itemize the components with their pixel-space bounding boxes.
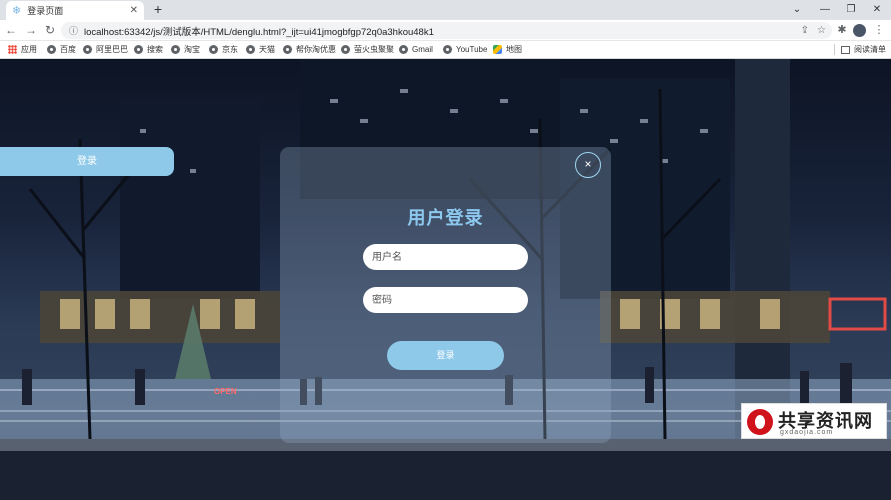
- maps-icon: [493, 45, 502, 54]
- bookmark-youtube[interactable]: YouTube: [443, 41, 487, 58]
- close-tab-icon[interactable]: ✕: [130, 5, 138, 16]
- watermark-text-en: gxdaojia.com: [780, 429, 834, 436]
- page-title: 用户登录: [407, 208, 484, 228]
- address-bar[interactable]: ⓘ localhost:63342/js/测试版本/HTML/denglu.ht…: [61, 22, 832, 39]
- side-login-button[interactable]: 登录: [0, 147, 174, 176]
- login-button[interactable]: 登录: [387, 341, 504, 370]
- bookmark-alibaba[interactable]: 阿里巴巴: [83, 41, 128, 58]
- forward-button[interactable]: →: [22, 20, 40, 41]
- info-icon[interactable]: ⓘ: [69, 24, 78, 37]
- bookmark-star-icon[interactable]: ☆: [817, 25, 826, 36]
- globe-icon: [283, 45, 292, 54]
- page-viewport: OPEN 登录 × 用户登录 登录 共享资讯网 gxdaojia.com: [0, 59, 891, 500]
- bookmarks-divider: [834, 44, 835, 55]
- username-input[interactable]: [363, 244, 528, 270]
- apps-grid-icon: [8, 45, 17, 54]
- globe-icon: [443, 45, 452, 54]
- url-text: localhost:63342/js/测试版本/HTML/denglu.html…: [84, 26, 434, 38]
- bookmark-jd[interactable]: 京东: [209, 41, 238, 58]
- bookmark-deals[interactable]: 帮你淘优惠: [283, 41, 336, 58]
- password-input[interactable]: [363, 287, 528, 313]
- toolbar: ← → ↻ ⓘ localhost:63342/js/测试版本/HTML/den…: [0, 20, 891, 41]
- globe-icon: [246, 45, 255, 54]
- back-button[interactable]: ←: [2, 20, 20, 41]
- snowflake-icon: ❄: [12, 5, 22, 17]
- new-tab-button[interactable]: +: [150, 1, 166, 18]
- globe-icon: [341, 45, 350, 54]
- globe-icon: [209, 45, 218, 54]
- open-sign: OPEN: [214, 387, 237, 396]
- bookmarks-bar: 应用 百度 阿里巴巴 搜索 淘宝 京东 天猫 帮你淘优惠 萤火虫聚聚 Gmail…: [0, 41, 891, 59]
- profile-avatar[interactable]: [853, 24, 866, 37]
- tab-search-icon[interactable]: ⌄: [782, 0, 812, 20]
- watermark-logo-icon: [747, 409, 773, 435]
- login-panel: × 用户登录 登录: [280, 147, 611, 443]
- bookmark-taobao[interactable]: 淘宝: [171, 41, 200, 58]
- reload-button[interactable]: ↻: [41, 20, 59, 41]
- bookmark-firefly[interactable]: 萤火虫聚聚: [341, 41, 394, 58]
- extensions-icon[interactable]: ✱: [834, 20, 850, 41]
- globe-icon: [171, 45, 180, 54]
- tab-strip: ❄ 登录页面 ✕ + ⌄ — ❐ ✕: [0, 0, 891, 20]
- bookmark-tmall[interactable]: 天猫: [246, 41, 275, 58]
- share-icon[interactable]: ⇪: [801, 25, 809, 36]
- globe-icon: [47, 45, 56, 54]
- menu-icon[interactable]: ⋮: [871, 20, 887, 41]
- globe-icon: [134, 45, 143, 54]
- browser-tab[interactable]: ❄ 登录页面 ✕: [6, 1, 144, 20]
- globe-icon: [399, 45, 408, 54]
- bookmark-gmail[interactable]: Gmail: [399, 41, 433, 58]
- watermark: 共享资讯网 gxdaojia.com: [741, 403, 887, 439]
- reading-list-icon: [841, 45, 850, 54]
- bookmark-maps[interactable]: 地图: [493, 41, 522, 58]
- reading-list[interactable]: 阅读清单: [841, 41, 886, 58]
- bookmark-baidu[interactable]: 百度: [47, 41, 76, 58]
- globe-icon: [83, 45, 92, 54]
- bookmark-search[interactable]: 搜索: [134, 41, 163, 58]
- tab-title: 登录页面: [27, 6, 64, 16]
- bookmark-apps[interactable]: 应用: [8, 41, 37, 58]
- close-button[interactable]: ×: [575, 152, 601, 178]
- close-window-button[interactable]: ✕: [862, 0, 891, 20]
